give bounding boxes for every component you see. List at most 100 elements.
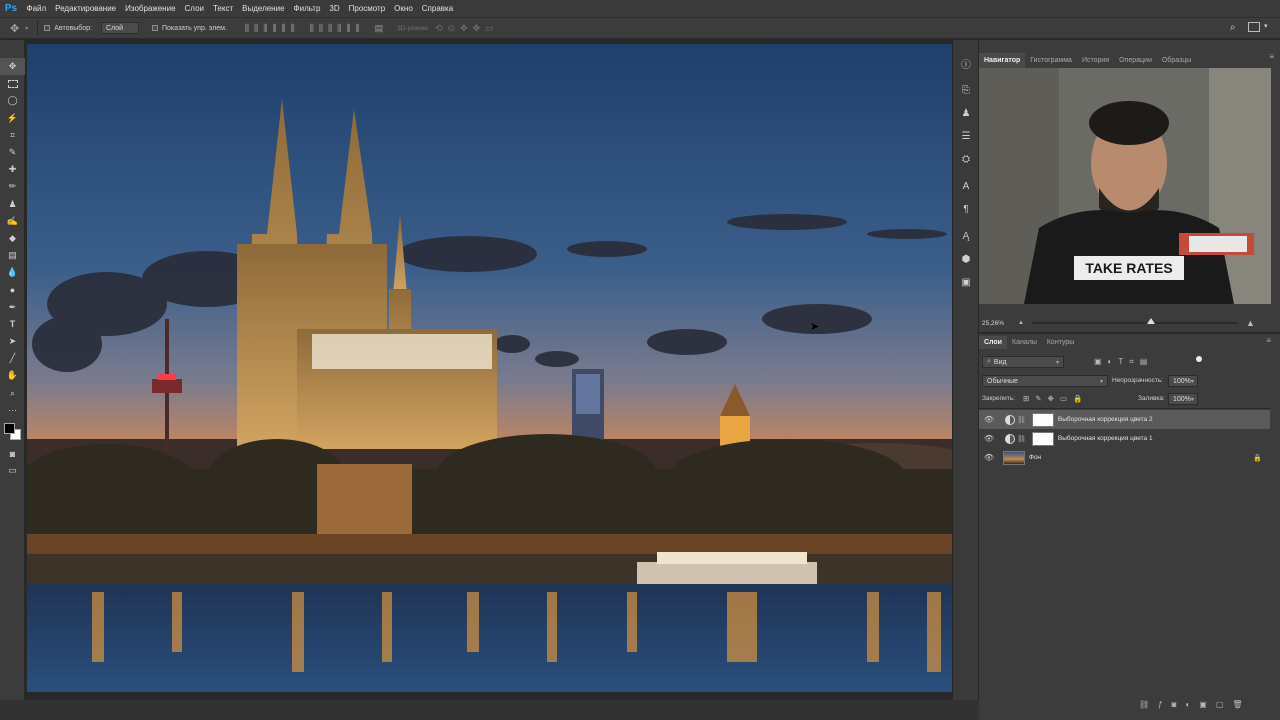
zoom-slider-thumb[interactable] (1147, 318, 1156, 324)
zoom-icon[interactable]: ⌕ (0, 385, 25, 402)
zoom-in-icon[interactable]: ▲ (1246, 318, 1255, 328)
dodge-icon[interactable]: ● (0, 281, 25, 298)
zoom-slider[interactable] (1032, 318, 1238, 324)
path-select-icon[interactable]: ➤ (0, 333, 25, 350)
opacity-field[interactable]: 100% ▾ (1168, 375, 1198, 387)
link-chain-icon[interactable]: ⛓ (1017, 435, 1026, 443)
menu-view[interactable]: Просмотр (344, 4, 390, 13)
document-image[interactable] (27, 44, 952, 692)
align-icons[interactable]: ⫼⫼⫼⫼⫼⫼ (245, 23, 300, 34)
foreground-color-swatch[interactable] (4, 422, 15, 434)
line-icon[interactable]: ╱ (0, 350, 25, 367)
layer-row-background[interactable]: 👁 Фон 🔒 (979, 448, 1270, 467)
menu-file[interactable]: Файл (22, 4, 51, 13)
layers-menu-icon[interactable]: ≡ (1266, 336, 1271, 345)
move-icon[interactable]: ✥ (0, 58, 25, 76)
menu-type[interactable]: Текст (208, 4, 237, 13)
layer-name[interactable]: Фон (1029, 454, 1041, 461)
type-icon[interactable]: T (0, 316, 25, 333)
layer-row-selective-color-1[interactable]: 👁 ⛓ Выборочная коррекция цвета 1 (979, 429, 1270, 448)
quick-mask-icon[interactable]: ◙ (0, 445, 25, 462)
menu-select[interactable]: Выделение (238, 4, 289, 13)
tab-channels[interactable]: Каналы (1007, 336, 1042, 349)
panel-menu-icon[interactable]: ≡ (1269, 52, 1274, 61)
layers-bottom-icons[interactable]: ⛓ƒ◙◐▣▢🗑 (1139, 700, 1252, 709)
paragraph-icon[interactable]: ¶ (953, 198, 979, 221)
show-controls-checkbox[interactable] (151, 25, 158, 31)
layer-mask-thumbnail[interactable] (1031, 431, 1054, 446)
3d-mode-icons[interactable]: ⟲⊙✥✥▭ (435, 23, 499, 34)
screen-mode-icon[interactable]: ▭ (0, 462, 25, 479)
workspace-chevron-icon[interactable]: ▾ (1264, 22, 1268, 30)
link-chain-icon[interactable]: ⛓ (1017, 416, 1026, 424)
visibility-eye-icon[interactable]: 👁 (979, 434, 999, 443)
visibility-eye-icon[interactable]: 👁 (979, 453, 999, 462)
magic-wand-icon[interactable]: ⚡ (0, 110, 25, 127)
fill-field[interactable]: 100% ▾ (1168, 393, 1198, 405)
tab-histogram[interactable]: Гистограмма (1025, 53, 1077, 68)
canvas-area[interactable]: ➤ (25, 40, 952, 700)
eyedropper-icon[interactable]: ✎ (0, 144, 25, 161)
tab-actions[interactable]: Операции (1114, 53, 1157, 68)
healing-brush-icon[interactable]: ✚ (0, 161, 25, 178)
gradient-icon[interactable]: ▤ (0, 247, 25, 264)
blur-icon[interactable]: 💧 (0, 264, 25, 281)
layer-row-selective-color-2[interactable]: 👁 ⛓ Выборочная коррекция цвета 2 (979, 410, 1270, 429)
menu-edit[interactable]: Редактирование (51, 4, 121, 13)
lasso-icon[interactable]: ◯ (0, 92, 25, 109)
crop-icon[interactable]: ⌗ (0, 127, 25, 144)
blend-mode-dropdown[interactable]: Обычные ▾ (982, 375, 1108, 387)
menu-help[interactable]: Справка (417, 4, 457, 13)
layer-comps-icon[interactable]: ☰ (953, 125, 979, 148)
color-swatches[interactable] (0, 419, 24, 445)
character-icon[interactable]: A (953, 175, 979, 198)
tab-swatches[interactable]: Образцы (1157, 53, 1196, 68)
filter-kind-dropdown[interactable]: ⌕ Вид ▾ (982, 356, 1064, 368)
menu-filter[interactable]: Фильтр (289, 4, 325, 13)
selective-color-adjustment-icon (1005, 433, 1015, 444)
history-brush-icon[interactable]: ✍ (0, 213, 25, 230)
hand-icon[interactable]: ✋ (0, 367, 25, 384)
adjustments-icon[interactable]: ♟ (953, 102, 979, 125)
libraries-icon[interactable]: ▣ (953, 271, 979, 294)
background-layer-thumbnail[interactable] (1003, 450, 1025, 465)
search-icon[interactable]: ⌕ (1230, 22, 1236, 33)
more-tools-icon[interactable]: ··· (0, 402, 25, 419)
autoselect-checkbox[interactable] (44, 25, 51, 31)
zoom-out-icon[interactable]: ▲ (1018, 320, 1024, 326)
photoshop-logo-icon[interactable]: Ps (0, 0, 22, 17)
navigator-preview[interactable]: TAKE RATES (979, 68, 1271, 304)
move-tool-icon[interactable]: ✥ (10, 22, 19, 35)
brush-icon[interactable]: ✏ (0, 178, 25, 195)
clone-stamp-icon[interactable]: ♟ (0, 196, 25, 213)
filter-toggle-icon[interactable] (1196, 356, 1202, 362)
auto-align-icon[interactable]: ▤ (375, 23, 384, 34)
clone-source-icon[interactable]: ⛭ (953, 148, 979, 171)
menu-image[interactable]: Изображение (121, 4, 180, 13)
layer-name[interactable]: Выборочная коррекция цвета 2 (1058, 416, 1153, 423)
tab-layers[interactable]: Слои (979, 335, 1007, 349)
menu-layers[interactable]: Слои (180, 4, 208, 13)
chevron-down-icon[interactable]: ▾ (25, 25, 28, 32)
filter-type-icons[interactable]: ▣◐T⌗▤ (1094, 357, 1153, 367)
distribute-icons[interactable]: ⫼⫼⫼⫼⫼⫼ (310, 23, 365, 34)
tab-navigator[interactable]: Навигатор (979, 53, 1026, 68)
layer-mask-thumbnail[interactable] (1031, 412, 1054, 427)
eraser-icon[interactable]: ◆ (0, 230, 25, 247)
properties-icon[interactable]: ⎘ (953, 79, 979, 102)
tab-paths[interactable]: Контуры (1042, 336, 1079, 349)
layer-name[interactable]: Выборочная коррекция цвета 1 (1058, 435, 1153, 442)
menu-window[interactable]: Окно (390, 4, 418, 13)
info-icon[interactable]: ⓘ (953, 52, 979, 75)
lock-icons[interactable]: ⊞✎✥▭🔒 (1023, 394, 1088, 403)
pen-icon[interactable]: ✒ (0, 299, 25, 316)
visibility-eye-icon[interactable]: 👁 (979, 415, 999, 424)
autoselect-dropdown[interactable]: Слой (100, 22, 139, 34)
menu-3d[interactable]: 3D (325, 4, 344, 13)
zoom-value[interactable]: 25,26% (982, 320, 1004, 327)
tab-history[interactable]: История (1077, 53, 1114, 68)
glyphs-icon[interactable]: Ą (953, 225, 979, 248)
workspace-icon[interactable] (1248, 22, 1260, 32)
marquee-icon[interactable] (0, 75, 25, 92)
3d-icon[interactable]: ⬢ (953, 248, 979, 271)
